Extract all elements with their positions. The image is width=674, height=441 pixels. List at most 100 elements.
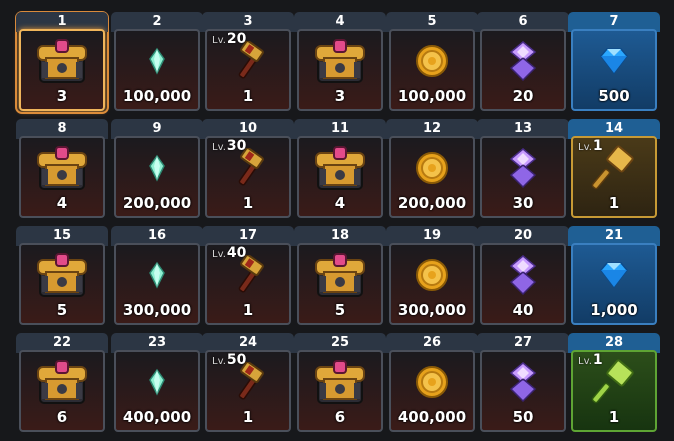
reward-slot: 20 [480,29,566,111]
reward-amount: 30 [512,194,534,212]
reward-amount: 3 [56,87,68,105]
coin-icon [415,258,449,296]
reward-slot: 4 [297,136,383,218]
level-label: Lv.40 [212,245,246,261]
level-prefix: Lv. [212,249,226,260]
crystal-icon [147,368,167,400]
chest-icon [34,143,90,197]
reward-amount: 200,000 [122,194,192,212]
reward-cell-day-14[interactable]: 14 Lv.1 1 [568,119,660,220]
coin-icon [415,365,449,403]
reward-amount: 5 [56,301,68,319]
reward-cell-day-20[interactable]: 20 40 [477,226,569,327]
level-label: Lv.20 [212,31,246,47]
reward-cell-day-25[interactable]: 25 6 [294,333,386,434]
reward-cell-day-15[interactable]: 15 5 [16,226,108,327]
reward-slot: 5 [19,243,105,325]
reward-cell-day-8[interactable]: 84 [16,119,108,220]
level-prefix: Lv. [578,356,592,367]
reward-cell-day-11[interactable]: 11 4 [294,119,386,220]
reward-amount: 1 [242,301,254,319]
reward-amount: 300,000 [122,301,192,319]
crystal-icon [147,47,167,79]
chest-icon [34,357,90,411]
reward-slot: Lv.1 1 [571,136,657,218]
reward-slot: 30 [480,136,566,218]
purple-gem-icon [508,361,538,407]
crystal-icon [147,154,167,186]
reward-slot: 100,000 [389,29,475,111]
reward-amount: 6 [334,408,346,426]
reward-cell-day-24[interactable]: 24 Lv.50 1 [202,333,294,434]
hammer-icon [228,361,268,406]
level-prefix: Lv. [212,356,226,367]
level-label: Lv.30 [212,138,246,154]
reward-amount: 4 [56,194,68,212]
reward-cell-day-27[interactable]: 27 50 [477,333,569,434]
reward-slot: 100,000 [114,29,200,111]
reward-cell-day-2[interactable]: 2 100,000 [111,12,203,113]
reward-amount: 50 [512,408,534,426]
reward-cell-day-13[interactable]: 13 30 [477,119,569,220]
level-value: 20 [226,31,247,47]
reward-slot: Lv.40 1 [205,243,291,325]
level-prefix: Lv. [578,142,592,153]
reward-slot: 500 [571,29,657,111]
reward-slot: Lv.1 1 [571,350,657,432]
reward-amount: 300,000 [397,301,467,319]
hammer-icon [228,40,268,85]
diamond-icon [597,46,631,80]
level-label: Lv.50 [212,352,246,368]
reward-slot: 3 [19,29,105,111]
reward-cell-day-28[interactable]: 28 Lv.1 1 [568,333,660,434]
reward-amount: 1,000 [590,301,638,319]
purple-gem-icon [508,147,538,193]
reward-cell-day-19[interactable]: 19 300,000 [386,226,478,327]
reward-cell-day-18[interactable]: 18 5 [294,226,386,327]
reward-cell-day-23[interactable]: 23 400,000 [111,333,203,434]
reward-amount: 200,000 [397,194,467,212]
reward-amount: 1 [608,408,620,426]
reward-cell-day-4[interactable]: 43 [294,12,386,113]
level-value: 50 [226,352,247,368]
reward-cell-day-26[interactable]: 26 400,000 [386,333,478,434]
reward-amount: 100,000 [122,87,192,105]
hammer-icon [228,254,268,299]
reward-amount: 5 [334,301,346,319]
chest-icon [312,357,368,411]
reward-cell-day-16[interactable]: 16 300,000 [111,226,203,327]
reward-cell-day-5[interactable]: 5 100,000 [386,12,478,113]
coin-icon [415,44,449,82]
reward-slot: Lv.30 1 [205,136,291,218]
reward-slot: 50 [480,350,566,432]
reward-cell-day-12[interactable]: 12 200,000 [386,119,478,220]
reward-amount: 4 [334,194,346,212]
level-value: 1 [592,352,603,368]
reward-slot: 3 [297,29,383,111]
reward-cell-day-21[interactable]: 21 1,000 [568,226,660,327]
reward-cell-day-6[interactable]: 6 20 [477,12,569,113]
reward-amount: 6 [56,408,68,426]
level-label: Lv.1 [578,352,603,368]
reward-amount: 100,000 [397,87,467,105]
reward-cell-day-17[interactable]: 17 Lv.40 1 [202,226,294,327]
reward-cell-day-22[interactable]: 22 6 [16,333,108,434]
reward-slot: 200,000 [389,136,475,218]
level-value: 40 [226,245,247,261]
crystal-icon [147,261,167,293]
reward-cell-day-3[interactable]: 3 Lv.20 1 [202,12,294,113]
chest-icon [34,36,90,90]
reward-cell-day-10[interactable]: 10 Lv.30 1 [202,119,294,220]
reward-cell-day-9[interactable]: 9 200,000 [111,119,203,220]
level-label: Lv.1 [578,138,603,154]
reward-slot: 6 [297,350,383,432]
reward-amount: 1 [242,87,254,105]
reward-slot: 300,000 [114,243,200,325]
purple-gem-icon [508,254,538,300]
reward-cell-day-7[interactable]: 7 500 [568,12,660,113]
level-prefix: Lv. [212,35,226,46]
reward-cell-day-1[interactable]: 13 [15,11,109,114]
reward-slot: 200,000 [114,136,200,218]
level-prefix: Lv. [212,142,226,153]
chest-icon [34,250,90,304]
